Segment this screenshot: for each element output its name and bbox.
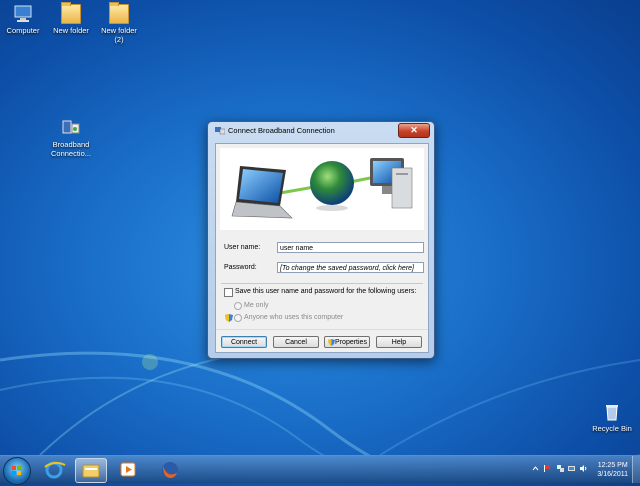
connect-dialog: Connect Broadband Connection ✕ User name… (207, 121, 435, 359)
properties-button[interactable]: Properties (324, 336, 370, 348)
desktop-icon-label: Recycle Bin (592, 424, 632, 433)
button-bar: Connect Cancel Properties Help (216, 329, 428, 352)
media-player-icon (120, 462, 136, 477)
connect-button[interactable]: Connect (221, 336, 267, 348)
desktop-icon-new-folder-2[interactable]: New folder (2) (97, 2, 141, 44)
taskbar-internet-explorer[interactable] (39, 458, 69, 481)
volume-icon[interactable] (580, 465, 587, 472)
action-center-flag-icon[interactable] (544, 465, 551, 472)
username-label: User name: (224, 244, 261, 251)
taskbar-windows-explorer[interactable] (75, 458, 107, 483)
folder-icon (109, 2, 129, 24)
desktop-icon-computer[interactable]: Computer (1, 4, 45, 35)
windows-explorer-icon (82, 464, 100, 478)
password-field[interactable]: [To change the saved password, click her… (277, 262, 424, 273)
folder-icon (61, 2, 81, 24)
desktop-icon-broadband[interactable]: Broadband Connectio... (49, 118, 93, 158)
clock[interactable]: 12:25 PM 3/16/2011 (597, 461, 628, 479)
clock-date: 3/16/2011 (597, 471, 628, 478)
save-credentials-label: Save this user name and password for the… (235, 288, 417, 295)
me-only-radio[interactable] (234, 302, 242, 310)
connection-banner (220, 148, 424, 230)
show-desktop-button[interactable] (632, 456, 640, 483)
desktop-icon-label: New folder (53, 26, 89, 35)
dialog-titlebar[interactable]: Connect Broadband Connection ✕ (208, 122, 434, 140)
properties-label: Properties (335, 339, 367, 346)
network-connection-icon (61, 118, 81, 138)
network-connected-icon[interactable] (568, 465, 575, 472)
internet-explorer-icon (44, 461, 66, 479)
password-label: Password: (224, 264, 257, 271)
recycle-bin-icon (602, 402, 622, 422)
desktop-icon-label: Computer (6, 26, 40, 35)
taskbar: 12:25 PM 3/16/2011 (0, 455, 640, 485)
firefox-icon (162, 462, 178, 478)
dialog-title: Connect Broadband Connection (228, 126, 335, 135)
me-only-label: Me only (244, 302, 269, 309)
save-credentials-checkbox[interactable] (224, 288, 233, 297)
network-icon (215, 126, 226, 135)
divider (221, 283, 423, 284)
desktop-icon-label: Broadband Connectio... (50, 140, 92, 158)
anyone-radio[interactable] (234, 314, 242, 322)
desktop-icon-new-folder[interactable]: New folder (49, 2, 93, 35)
start-button[interactable] (3, 457, 31, 485)
windows-logo-icon (12, 466, 21, 475)
taskbar-firefox[interactable] (155, 458, 185, 481)
taskbar-media-player[interactable] (113, 458, 143, 481)
properties-shield-icon (328, 339, 335, 351)
network-tray-icon[interactable] (557, 465, 564, 472)
anyone-label: Anyone who uses this computer (244, 314, 344, 321)
username-input[interactable]: user name (277, 242, 424, 253)
dialog-body: User name: user name Password: [To chang… (215, 143, 429, 353)
close-button[interactable]: ✕ (398, 123, 430, 138)
desktop-icon-recycle-bin[interactable]: Recycle Bin (590, 402, 634, 433)
close-icon: ✕ (410, 125, 418, 135)
shield-icon (225, 314, 233, 322)
computer-icon (13, 4, 33, 24)
tray-expand-icon[interactable] (532, 465, 539, 472)
clock-time: 12:25 PM (597, 462, 628, 469)
desktop-icon-label: New folder (2) (101, 26, 137, 44)
help-button[interactable]: Help (376, 336, 422, 348)
cancel-button[interactable]: Cancel (273, 336, 319, 348)
laptop-globe-pc-illustration (231, 158, 413, 219)
